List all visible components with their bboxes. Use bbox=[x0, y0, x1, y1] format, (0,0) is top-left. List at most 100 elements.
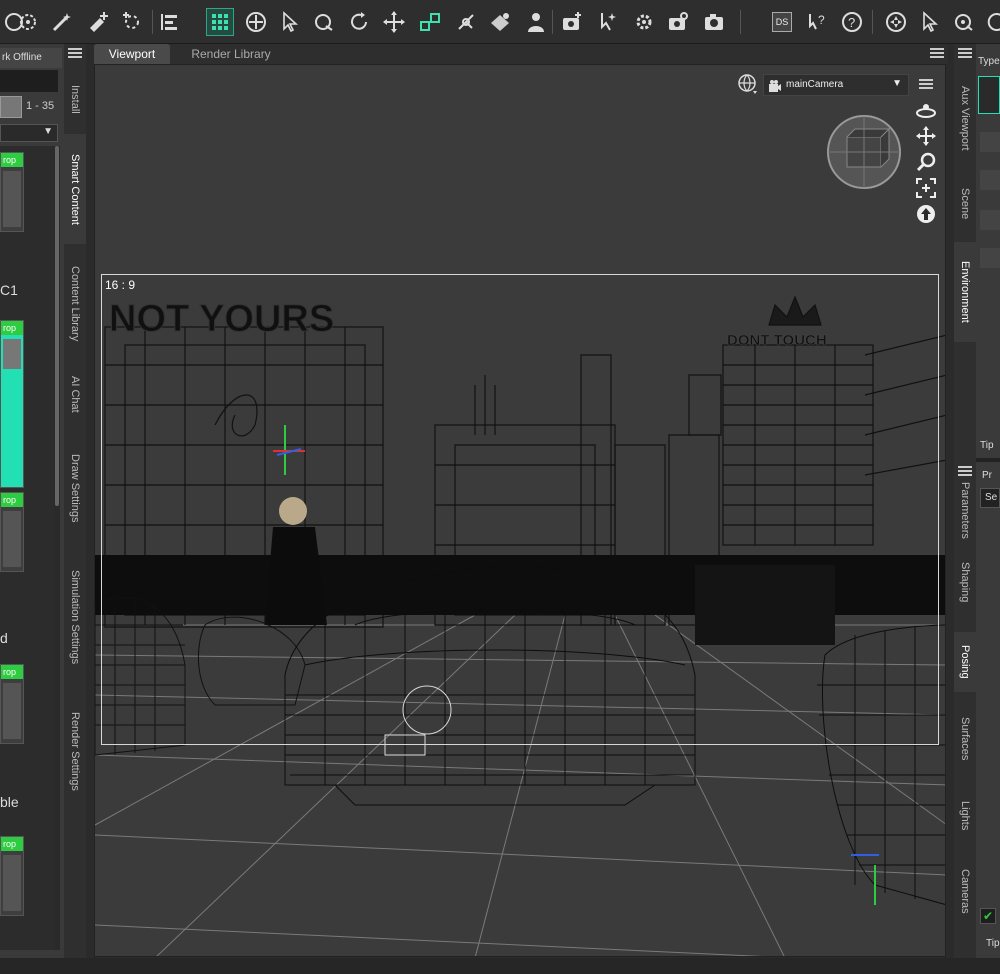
3d-viewport[interactable]: NOT YOURS DONT TOUCH 16: 9 mainCamera ▼ bbox=[94, 64, 946, 957]
rigging-icon[interactable] bbox=[594, 8, 622, 36]
render-icon[interactable] bbox=[700, 8, 728, 36]
camera-frame-guide bbox=[101, 274, 939, 745]
list-item-selected[interactable]: rop bbox=[0, 320, 24, 488]
help-cursor-icon[interactable]: ? bbox=[804, 8, 832, 36]
row-swatch[interactable] bbox=[980, 248, 1000, 268]
chevron-down-icon: ▼ bbox=[43, 126, 53, 137]
tab-label: Scene bbox=[959, 188, 971, 220]
figure-icon[interactable] bbox=[522, 8, 550, 36]
camera-icon[interactable] bbox=[664, 8, 692, 36]
work-offline-label[interactable]: rk Offline bbox=[0, 48, 62, 68]
category-select[interactable]: ▼ bbox=[0, 124, 58, 142]
status-badge: rop bbox=[1, 837, 23, 851]
twist-icon[interactable] bbox=[346, 8, 374, 36]
view-cube[interactable] bbox=[825, 113, 903, 191]
globe-icon[interactable] bbox=[737, 73, 759, 95]
orbit-icon[interactable] bbox=[950, 8, 978, 36]
more-icon[interactable] bbox=[984, 8, 1000, 36]
tab-environment[interactable]: Environment bbox=[954, 242, 976, 342]
tab-label: Aux Viewport bbox=[959, 85, 971, 151]
tab-viewport[interactable]: Viewport bbox=[94, 44, 170, 64]
page-thumbnail-box[interactable] bbox=[0, 96, 22, 118]
checkbox-checked[interactable]: ✔ bbox=[980, 908, 996, 924]
type-label: Type bbox=[978, 56, 1000, 67]
row-swatch[interactable] bbox=[980, 132, 1000, 152]
tab-lights[interactable]: Lights bbox=[954, 790, 976, 842]
product-thumbnail bbox=[3, 855, 21, 911]
orbit-icon[interactable] bbox=[915, 99, 937, 121]
translate-icon[interactable] bbox=[380, 8, 408, 36]
move-crosshair-icon[interactable] bbox=[242, 8, 270, 36]
row-swatch[interactable] bbox=[980, 210, 1000, 230]
select-field[interactable]: Se bbox=[980, 488, 1000, 508]
tab-scene[interactable]: Scene bbox=[954, 176, 976, 232]
tab-render-library[interactable]: Render Library bbox=[176, 44, 286, 64]
scene-settings-icon[interactable] bbox=[630, 8, 658, 36]
menu-icon[interactable] bbox=[958, 466, 972, 478]
product-thumbnail bbox=[3, 511, 21, 567]
tab-ai-chat[interactable]: AI Chat bbox=[64, 366, 86, 422]
page-range: 1 - 35 bbox=[26, 100, 55, 112]
tab-render-settings[interactable]: Render Settings bbox=[64, 696, 86, 806]
universal-icon[interactable] bbox=[14, 8, 42, 36]
tab-shaping[interactable]: Shaping bbox=[954, 552, 976, 612]
tab-aux-viewport[interactable]: Aux Viewport bbox=[954, 68, 976, 168]
right-pane: Type Tip Pr Se ✔ Tip bbox=[976, 44, 1000, 958]
tab-surfaces[interactable]: Surfaces bbox=[954, 708, 976, 770]
cursor-icon[interactable] bbox=[916, 8, 944, 36]
list-item[interactable]: rop bbox=[0, 664, 24, 744]
render-settings-icon[interactable] bbox=[558, 8, 586, 36]
product-thumbnail bbox=[3, 683, 21, 739]
menu-icon[interactable] bbox=[919, 79, 933, 91]
menu-icon[interactable] bbox=[68, 48, 82, 60]
rotate-icon[interactable] bbox=[310, 8, 338, 36]
reset-view-icon[interactable] bbox=[915, 203, 937, 225]
tab-label: Install bbox=[69, 84, 81, 114]
joint-editor-icon[interactable] bbox=[452, 8, 480, 36]
magic-wand-icon[interactable] bbox=[48, 8, 76, 36]
scrollbar-thumb[interactable] bbox=[55, 146, 59, 506]
divider bbox=[976, 458, 1000, 462]
zoom-icon[interactable] bbox=[915, 151, 937, 173]
camera-select[interactable]: mainCamera ▼ bbox=[763, 74, 909, 96]
pan-icon[interactable] bbox=[915, 125, 937, 147]
navigate-icon[interactable] bbox=[882, 8, 910, 36]
node-active-icon[interactable] bbox=[416, 8, 444, 36]
list-item[interactable]: rop bbox=[0, 152, 24, 232]
tab-label: Render Settings bbox=[69, 711, 81, 791]
help-icon[interactable]: ? bbox=[838, 8, 866, 36]
scrollbar[interactable] bbox=[54, 146, 60, 950]
ds-icon[interactable]: DS bbox=[768, 8, 796, 36]
tab-smart-content[interactable]: Smart Content bbox=[64, 134, 86, 244]
tab-cameras[interactable]: Cameras bbox=[954, 858, 976, 924]
tab-content-library[interactable]: Content Library bbox=[64, 250, 86, 358]
align-icon[interactable] bbox=[156, 8, 184, 36]
tab-parameters[interactable]: Parameters bbox=[954, 480, 976, 540]
status-badge: rop bbox=[1, 321, 23, 335]
type-list[interactable] bbox=[978, 76, 1000, 114]
tab-posing[interactable]: Posing bbox=[954, 632, 976, 692]
menu-icon[interactable] bbox=[930, 48, 944, 60]
pointer-icon[interactable] bbox=[276, 8, 304, 36]
status-bar bbox=[0, 958, 1000, 974]
right-tab-strip: Aux Viewport Scene Environment Parameter… bbox=[954, 44, 976, 958]
tab-label: Smart Content bbox=[69, 153, 81, 225]
menu-icon[interactable] bbox=[958, 48, 972, 60]
svg-text:?: ? bbox=[818, 13, 825, 27]
list-item[interactable]: rop bbox=[0, 836, 24, 916]
tab-label: Simulation Settings bbox=[69, 569, 81, 665]
geometry-editor-icon[interactable] bbox=[486, 8, 514, 36]
add-node-icon[interactable] bbox=[84, 8, 112, 36]
tab-label: Parameters bbox=[959, 481, 971, 539]
aspect-ratio-label: 16 : 9 bbox=[105, 278, 136, 292]
grid-active-icon[interactable] bbox=[206, 8, 234, 36]
tab-install[interactable]: Install bbox=[64, 74, 86, 124]
list-item[interactable]: rop bbox=[0, 492, 24, 572]
spot-render-icon[interactable] bbox=[118, 8, 146, 36]
tab-label: Content Library bbox=[69, 266, 81, 342]
search-input[interactable] bbox=[0, 70, 58, 92]
tab-simulation-settings[interactable]: Simulation Settings bbox=[64, 552, 86, 682]
tab-draw-settings[interactable]: Draw Settings bbox=[64, 438, 86, 538]
row-swatch[interactable] bbox=[980, 170, 1000, 190]
frame-icon[interactable] bbox=[915, 177, 937, 199]
